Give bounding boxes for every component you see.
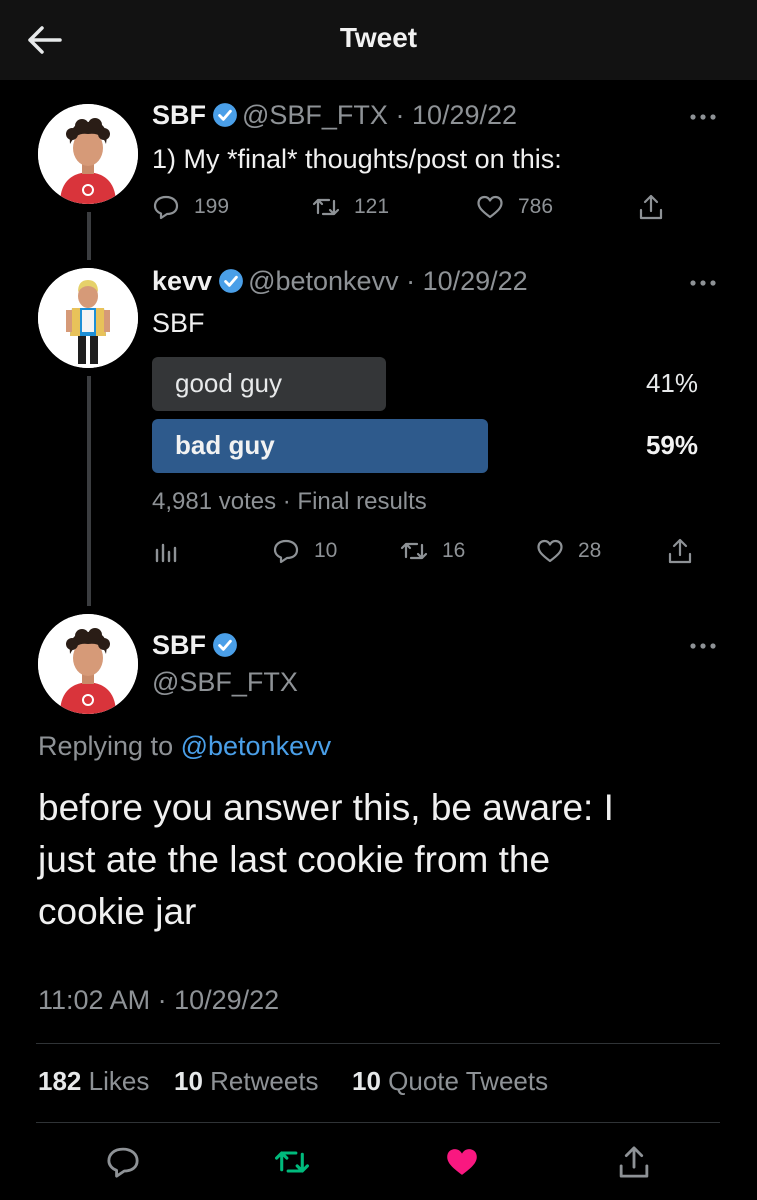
- retweet-count: 121: [354, 195, 390, 218]
- quotes-label: Quote Tweets: [388, 1066, 549, 1096]
- retweets-count: 10: [174, 1066, 203, 1096]
- like-button[interactable]: 28: [536, 536, 601, 566]
- verified-badge-icon: [219, 269, 243, 293]
- poll-option-percent: 59%: [645, 430, 698, 460]
- tweet-date[interactable]: · 10/29/22: [406, 266, 528, 296]
- avatar[interactable]: [38, 268, 138, 368]
- tweet-text: SBF: [152, 308, 205, 338]
- main-tweet-text: before you answer this, be aware: I just…: [38, 782, 614, 938]
- retweet-button[interactable]: 16: [400, 536, 465, 566]
- poll-option-label: good guy: [175, 368, 282, 398]
- like-count: 786: [518, 195, 554, 218]
- main-tweet-line: before you answer this, be aware: I: [38, 787, 614, 828]
- thread-line: [87, 212, 91, 260]
- reply-icon: [273, 539, 299, 564]
- poll-summary: 4,981 votes · Final results: [152, 488, 427, 515]
- poll-option-label: bad guy: [175, 430, 275, 460]
- more-options-icon[interactable]: [689, 112, 717, 122]
- main-tweet-line: just ate the last cookie from the: [38, 839, 551, 880]
- share-icon[interactable]: [616, 1144, 652, 1180]
- retweets-stat[interactable]: 10 Retweets: [174, 1066, 319, 1097]
- heart-icon: [477, 195, 503, 219]
- reply-icon[interactable]: [105, 1144, 141, 1180]
- reply-icon: [153, 195, 179, 220]
- retweet-icon: [312, 198, 340, 216]
- author-handle[interactable]: @SBF_FTX: [242, 100, 388, 130]
- tweet-author-line: kevv @betonkevv · 10/29/22: [152, 266, 528, 297]
- page-title: Tweet: [339, 22, 418, 53]
- heart-filled-icon[interactable]: [444, 1144, 480, 1180]
- more-options-icon[interactable]: [689, 641, 717, 651]
- avatar-sbf-icon: [38, 104, 138, 204]
- share-icon: [668, 538, 692, 564]
- tweet-author-line: SBF @SBF_FTX · 10/29/22: [152, 100, 517, 131]
- share-icon: [639, 194, 663, 220]
- divider: [36, 1122, 720, 1123]
- author-name[interactable]: kevv: [152, 266, 212, 296]
- retweet-icon[interactable]: [274, 1144, 310, 1180]
- author-handle[interactable]: @SBF_FTX: [152, 667, 298, 698]
- replying-to: Replying to @betonkevv: [38, 731, 331, 762]
- tweet-author-name-line: SBF: [152, 630, 242, 661]
- quote-tweets-stat[interactable]: 10 Quote Tweets: [352, 1066, 548, 1097]
- tweet-timestamp[interactable]: 11:02 AM · 10/29/22: [38, 985, 279, 1016]
- divider: [36, 1043, 720, 1044]
- likes-count: 182: [38, 1066, 82, 1096]
- author-handle[interactable]: @betonkevv: [248, 266, 399, 296]
- analytics-icon: [155, 543, 177, 563]
- retweet-button[interactable]: 121: [312, 192, 389, 222]
- avatar-sbf-icon: [38, 614, 138, 714]
- likes-stat[interactable]: 182 Likes: [38, 1066, 149, 1097]
- retweet-icon: [400, 542, 428, 560]
- like-count: 28: [578, 539, 602, 562]
- more-options-icon[interactable]: [689, 278, 717, 288]
- heart-icon: [537, 539, 563, 563]
- author-name[interactable]: SBF: [152, 100, 206, 130]
- top-bar: Tweet: [0, 0, 757, 80]
- poll-option-percent: 41%: [645, 368, 698, 398]
- reply-count: 199: [194, 195, 230, 218]
- quotes-count: 10: [352, 1066, 381, 1096]
- tweet-date[interactable]: · 10/29/22: [395, 100, 517, 130]
- share-button[interactable]: [637, 192, 665, 222]
- likes-label: Likes: [88, 1066, 150, 1096]
- author-name[interactable]: SBF: [152, 630, 206, 660]
- avatar-kevv-icon: [38, 268, 138, 368]
- replying-to-prefix: Replying to: [38, 731, 181, 761]
- analytics-button[interactable]: [152, 536, 180, 566]
- avatar[interactable]: [38, 614, 138, 714]
- reply-button[interactable]: 199: [152, 192, 229, 222]
- verified-badge-icon: [213, 103, 237, 127]
- reply-count: 10: [314, 539, 338, 562]
- main-tweet-line: cookie jar: [38, 891, 197, 932]
- thread-line: [87, 376, 91, 606]
- reply-button[interactable]: 10: [272, 536, 337, 566]
- verified-badge-icon: [213, 633, 237, 657]
- share-button[interactable]: [666, 536, 694, 566]
- like-button[interactable]: 786: [476, 192, 553, 222]
- avatar[interactable]: [38, 104, 138, 204]
- retweets-label: Retweets: [210, 1066, 319, 1096]
- tweet-text: 1) My *final* thoughts/post on this:: [152, 144, 562, 174]
- retweet-count: 16: [442, 539, 466, 562]
- replying-to-link[interactable]: @betonkevv: [181, 731, 332, 761]
